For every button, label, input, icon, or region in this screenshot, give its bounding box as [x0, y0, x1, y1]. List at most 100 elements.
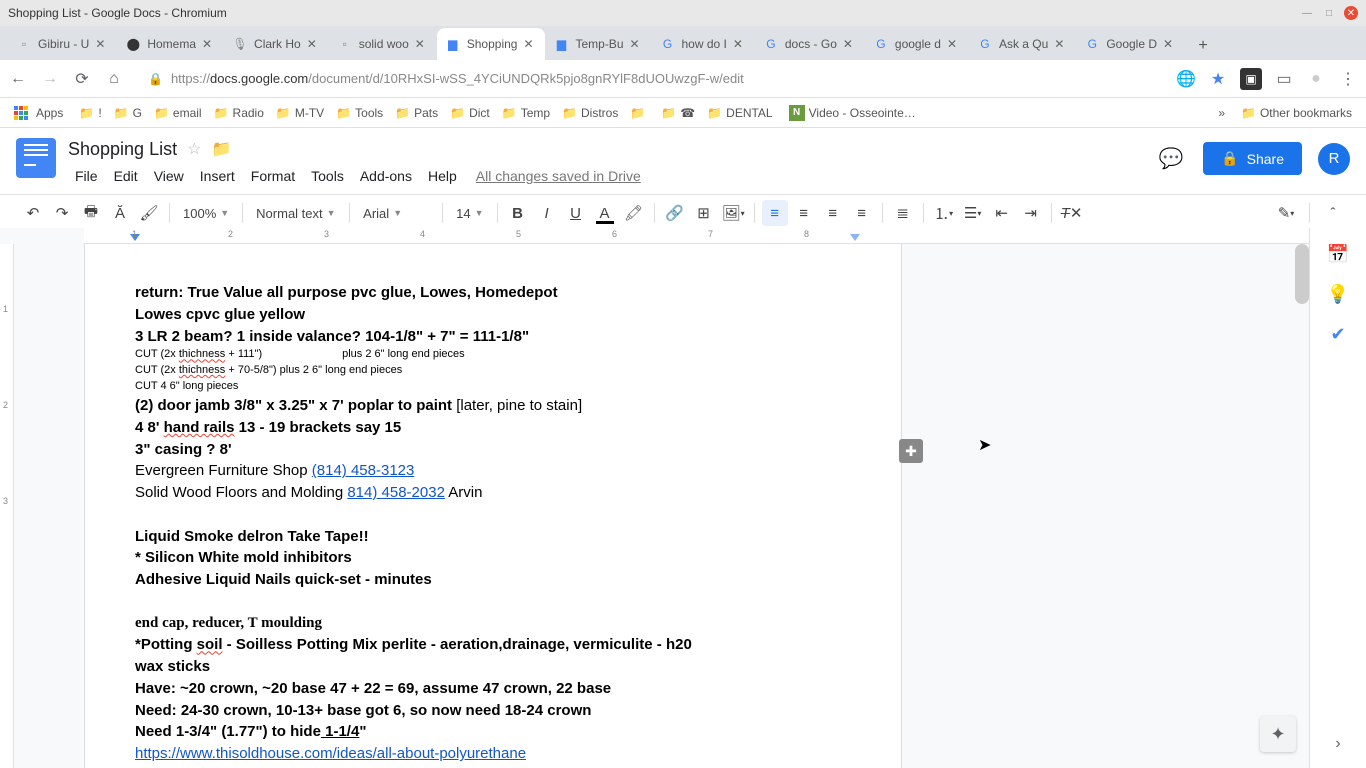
font-select[interactable]: Arial▼ [357, 200, 435, 226]
tab-close-icon[interactable]: ✕ [1054, 37, 1068, 51]
comments-icon[interactable]: 💬 [1155, 143, 1187, 175]
save-status[interactable]: All changes saved in Drive [476, 168, 641, 184]
menu-view[interactable]: View [147, 164, 191, 188]
bookmark-item[interactable]: 📁 [624, 101, 655, 125]
account-avatar[interactable]: R [1318, 143, 1350, 175]
bookmark-item[interactable]: 📁M-TV [270, 101, 330, 125]
underline-button[interactable]: U [563, 200, 589, 226]
share-button[interactable]: 🔒 Share [1203, 142, 1302, 175]
undo-button[interactable]: ↶ [20, 200, 46, 226]
decrease-indent-button[interactable]: ⇤ [989, 200, 1015, 226]
insert-image-button[interactable]: 🖼▾ [720, 200, 747, 226]
tab-close-icon[interactable]: ✕ [202, 37, 216, 51]
phone-link[interactable]: 814) 458-2032 [347, 484, 445, 501]
bookmark-item[interactable]: 📁Pats [389, 101, 444, 125]
zoom-select[interactable]: 100%▼ [177, 200, 235, 226]
bookmark-item[interactable]: N Video - Osseointe… [783, 101, 922, 125]
bookmark-item[interactable]: 📁DENTAL [701, 101, 778, 125]
bookmark-item[interactable]: 📁email [148, 101, 208, 125]
tab-close-icon[interactable]: ✕ [1163, 37, 1177, 51]
bookmark-star-icon[interactable]: ★ [1208, 69, 1228, 89]
close-button[interactable]: ✕ [1344, 6, 1358, 20]
menu-format[interactable]: Format [244, 164, 302, 188]
insert-link-button[interactable]: 🔗 [662, 200, 688, 226]
tab-close-icon[interactable]: ✕ [415, 37, 429, 51]
reload-button[interactable]: ⟳ [72, 69, 92, 89]
horizontal-ruler[interactable]: 12345678 [84, 228, 1309, 244]
italic-button[interactable]: I [534, 200, 560, 226]
clear-formatting-button[interactable]: T✕ [1059, 200, 1085, 226]
bookmark-item[interactable]: 📁Radio [208, 101, 270, 125]
align-left-button[interactable]: ≡ [762, 200, 788, 226]
bookmarks-overflow[interactable]: » [1212, 101, 1231, 125]
right-indent-marker[interactable] [850, 234, 860, 241]
browser-tab[interactable]: GGoogle D✕ [1076, 28, 1185, 60]
apps-button[interactable]: Apps [8, 101, 69, 125]
calendar-icon[interactable]: 📅 [1328, 244, 1348, 264]
spellcheck-button[interactable]: Ă [107, 200, 133, 226]
editing-mode-button[interactable]: ✎▾ [1273, 200, 1299, 226]
menu-tools[interactable]: Tools [304, 164, 351, 188]
browser-tab[interactable]: ▆Temp-Bu✕ [545, 28, 651, 60]
tab-close-icon[interactable]: ✕ [843, 37, 857, 51]
phone-link[interactable]: (814) 458-3123 [312, 462, 415, 479]
align-center-button[interactable]: ≡ [791, 200, 817, 226]
menu-edit[interactable]: Edit [107, 164, 145, 188]
explore-button[interactable]: ✦ [1260, 716, 1296, 752]
bookmark-item[interactable]: 📁☎ [655, 101, 701, 125]
browser-tab[interactable]: Ggoogle d✕ [865, 28, 969, 60]
print-button[interactable]: 🖶 [78, 200, 104, 226]
text-color-button[interactable]: A [592, 200, 618, 226]
bold-button[interactable]: B [505, 200, 531, 226]
numbered-list-button[interactable]: ⒈▾ [931, 200, 957, 226]
font-size-select[interactable]: 14▼ [450, 200, 489, 226]
profile-icon[interactable]: ● [1306, 69, 1326, 89]
bookmark-item[interactable]: 📁G [108, 101, 148, 125]
star-icon[interactable]: ☆ [187, 139, 201, 159]
bookmark-item[interactable]: 📁Dict [444, 101, 496, 125]
highlight-button[interactable]: 🖍 [621, 200, 647, 226]
collapse-toolbar-button[interactable]: ˆ [1320, 200, 1346, 226]
url-box[interactable]: 🔒 https://docs.google.com/document/d/10R… [136, 65, 1164, 93]
line-spacing-button[interactable]: ≣ [890, 200, 916, 226]
tab-close-icon[interactable]: ✕ [307, 37, 321, 51]
browser-tab[interactable]: ⬤Homema✕ [117, 28, 224, 60]
other-bookmarks[interactable]: 📁 Other bookmarks [1235, 101, 1358, 125]
bookmark-item[interactable]: 📁Distros [556, 101, 624, 125]
expand-panel-icon[interactable]: › [1328, 734, 1348, 754]
back-button[interactable]: ← [8, 69, 28, 89]
minimize-button[interactable]: — [1300, 6, 1314, 20]
tasks-icon[interactable]: ✔ [1328, 324, 1348, 344]
docs-logo-icon[interactable] [16, 138, 56, 178]
browser-tab[interactable]: 🎙Clark Ho✕ [224, 28, 329, 60]
bulleted-list-button[interactable]: ☰▾ [960, 200, 986, 226]
extension-icon-2[interactable]: ▭ [1274, 69, 1294, 89]
menu-help[interactable]: Help [421, 164, 464, 188]
menu-add-ons[interactable]: Add-ons [353, 164, 419, 188]
browser-tab[interactable]: ▆Shopping✕ [437, 28, 546, 60]
align-justify-button[interactable]: ≡ [849, 200, 875, 226]
browser-tab[interactable]: ▫solid woo✕ [329, 28, 437, 60]
tab-close-icon[interactable]: ✕ [630, 37, 644, 51]
tab-close-icon[interactable]: ✕ [733, 37, 747, 51]
bookmark-item[interactable]: 📁Temp [496, 101, 556, 125]
bookmark-item[interactable]: 📁! [73, 101, 107, 125]
document-title[interactable]: Shopping List [68, 139, 177, 160]
paint-format-button[interactable]: 🖌 [136, 200, 162, 226]
vertical-scrollbar[interactable] [1295, 244, 1309, 304]
add-comment-icon[interactable]: ✚ [899, 439, 923, 463]
extension-icon[interactable]: ▣ [1240, 68, 1262, 90]
style-select[interactable]: Normal text▼ [250, 200, 342, 226]
browser-tab[interactable]: Ghow do I✕ [652, 28, 755, 60]
increase-indent-button[interactable]: ⇥ [1018, 200, 1044, 226]
document-content[interactable]: return: True Value all purpose pvc glue,… [135, 282, 851, 765]
forward-button[interactable]: → [40, 69, 60, 89]
browser-menu-icon[interactable]: ⋮ [1338, 69, 1358, 89]
keep-icon[interactable]: 💡 [1328, 284, 1348, 304]
align-right-button[interactable]: ≡ [820, 200, 846, 226]
document-page[interactable]: ✚ return: True Value all purpose pvc glu… [84, 244, 902, 768]
browser-tab[interactable]: Gdocs - Go✕ [755, 28, 865, 60]
browser-tab[interactable]: ▫Gibiru - U✕ [8, 28, 117, 60]
menu-insert[interactable]: Insert [193, 164, 242, 188]
tab-close-icon[interactable]: ✕ [947, 37, 961, 51]
